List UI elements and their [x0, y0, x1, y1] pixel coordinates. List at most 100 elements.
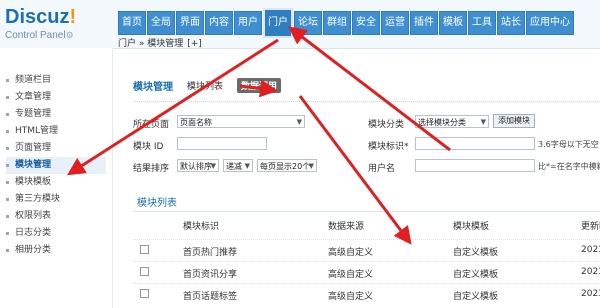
breadcrumb: 门户 » 模块管理 [+]	[118, 36, 202, 52]
bullet-icon	[6, 232, 9, 235]
gear-icon: ⚙	[65, 30, 74, 40]
column-header: 模块标识	[183, 222, 220, 232]
sidebar-item-topics[interactable]: 专题管理	[6, 106, 106, 123]
module-name-input[interactable]	[415, 137, 535, 150]
nav-tab-content[interactable]: 内容	[205, 11, 233, 35]
sidebar-list: 频道栏目 文章管理 专题管理 HTML管理 页面管理 模块管理 模块模板 第三方…	[6, 72, 106, 259]
add-shortcut-button[interactable]: [+]	[187, 36, 202, 52]
main-content: 模块管理 模块列表 数据调用 所在页面 页面名称 ▼ 模块分类 选择模块分类 ▼ 添…	[113, 53, 600, 308]
section-heading: 模块管理	[133, 81, 173, 93]
bullet-icon	[6, 96, 9, 99]
nav-tab-portal[interactable]: 门户	[263, 8, 293, 38]
cell-name: 首页热门推荐	[183, 248, 238, 258]
sidebar-item-album-categories[interactable]: 相册分类	[6, 242, 106, 259]
nav-tab-operations[interactable]: 运营	[381, 11, 409, 35]
nav-tab-global[interactable]: 全局	[147, 11, 175, 35]
chevron-down-icon: ▼	[480, 118, 486, 126]
cell-source: 高级自定义	[328, 270, 374, 280]
module-type-select[interactable]: 选择模块分类 ▼	[415, 115, 489, 128]
chevron-down-icon: ▼	[244, 162, 250, 170]
row-checkbox[interactable]	[140, 245, 149, 254]
bullet-icon	[6, 181, 9, 184]
nav-tab-groups[interactable]: 群组	[323, 11, 351, 35]
module-id-input[interactable]	[177, 137, 267, 150]
cell-template: 自定义模板	[453, 248, 499, 258]
logo-title: Discuz!	[5, 6, 77, 28]
column-header: 更新时间	[581, 222, 600, 232]
cell-template: 自定义模板	[453, 292, 499, 302]
sidebar-item-articles[interactable]: 文章管理	[6, 89, 106, 106]
sub-tabs: 模块管理 模块列表 数据调用	[133, 77, 282, 93]
chevron-down-icon: ▼	[210, 162, 216, 170]
divider	[133, 211, 600, 212]
top-nav: 首页 全局 界面 内容 用户 门户 论坛 群组 安全 运营 插件 模板 工具 站…	[118, 8, 575, 38]
tab-module-list[interactable]: 模块列表	[187, 79, 223, 92]
nav-tab-users[interactable]: 用户	[234, 11, 262, 35]
username-label: 用户名	[368, 164, 396, 174]
nav-tab-templates[interactable]: 模板	[439, 11, 467, 35]
sidebar-item-module-templates[interactable]: 模块模板	[6, 174, 106, 191]
column-header: 数据来源	[328, 222, 365, 232]
sort-order-select[interactable]: 递减 ▼	[223, 159, 253, 172]
module-name-label: 模块标识*	[368, 142, 409, 152]
chevron-down-icon: ▼	[296, 118, 302, 126]
module-type-label: 模块分类	[368, 120, 405, 130]
nav-tab-tools[interactable]: 工具	[468, 11, 496, 35]
sidebar-item-channels[interactable]: 频道栏目	[6, 72, 106, 89]
logo[interactable]: Discuz! Control Panel⚙	[5, 7, 120, 47]
header: Discuz! Control Panel⚙ 首页 全局 界面 内容 用户 门户…	[0, 0, 600, 49]
table-row: 首页话题标签 高级自定义 自定义模板 2023	[133, 283, 600, 306]
cell-source: 高级自定义	[328, 292, 374, 302]
cell-name: 首页资讯分享	[183, 270, 238, 280]
column-header: 模块模板	[453, 222, 490, 232]
per-page-select[interactable]: 每页显示20个 ▼	[257, 159, 317, 172]
row-checkbox[interactable]	[140, 267, 149, 276]
page-label: 所在页面	[133, 120, 170, 130]
bullet-icon	[6, 164, 9, 167]
bullet-icon	[6, 215, 9, 218]
page-select[interactable]: 页面名称 ▼	[177, 115, 305, 128]
list-title: 模块列表	[137, 198, 177, 209]
nav-tab-interface[interactable]: 界面	[176, 11, 204, 35]
table-row: 首页热门推荐 高级自定义 自定义模板 2023	[133, 239, 600, 262]
bullet-icon	[6, 198, 9, 201]
sidebar-item-html[interactable]: HTML管理	[6, 123, 106, 140]
username-hint: 比*=在名字中模糊	[538, 162, 600, 171]
logo-subtitle: Control Panel⚙	[5, 30, 74, 41]
sidebar-item-permissions[interactable]: 权限列表	[6, 208, 106, 225]
bullet-icon	[6, 130, 9, 133]
breadcrumb-path: 门户 » 模块管理	[118, 39, 184, 49]
sidebar-item-pages[interactable]: 页面管理	[6, 140, 106, 157]
nav-tab-security[interactable]: 安全	[352, 11, 380, 35]
sort-label: 结果排序	[133, 164, 170, 174]
nav-tab-plugins[interactable]: 插件	[410, 11, 438, 35]
sidebar-item-third-party[interactable]: 第三方模块	[6, 191, 106, 208]
nav-tab-home[interactable]: 首页	[118, 11, 146, 35]
cell-time: 2023	[581, 267, 600, 277]
row-checkbox[interactable]	[140, 289, 149, 298]
bullet-icon	[6, 249, 9, 252]
nav-tab-forum[interactable]: 论坛	[294, 11, 322, 35]
sidebar-item-log-categories[interactable]: 日志分类	[6, 225, 106, 242]
bullet-icon	[6, 113, 9, 116]
sidebar: 频道栏目 文章管理 专题管理 HTML管理 页面管理 模块管理 模块模板 第三方…	[0, 48, 113, 308]
username-input[interactable]	[415, 159, 535, 172]
nav-tab-admin[interactable]: 站长	[497, 11, 525, 35]
tab-data-call[interactable]: 数据调用	[237, 77, 282, 93]
chevron-down-icon: ▼	[308, 162, 314, 170]
module-name-hint: 3.6字母以下无空	[538, 140, 599, 149]
cell-template: 自定义模板	[453, 270, 499, 280]
cell-time: 2023	[581, 245, 600, 255]
cell-name: 首页话题标签	[183, 292, 238, 302]
table-row: 首页资讯分享 高级自定义 自定义模板 2023	[133, 261, 600, 284]
nav-tab-app-center[interactable]: 应用中心	[526, 11, 574, 35]
divider	[133, 101, 600, 102]
add-module-button[interactable]: 添加模块	[493, 114, 535, 128]
bullet-icon	[6, 147, 9, 150]
cell-source: 高级自定义	[328, 248, 374, 258]
sidebar-item-modules[interactable]: 模块管理	[6, 157, 106, 174]
cell-time: 2023	[581, 289, 600, 299]
bullet-icon	[6, 79, 9, 82]
sort-by-select[interactable]: 默认排序 ▼	[177, 159, 219, 172]
module-id-label: 模块 ID	[133, 142, 164, 152]
